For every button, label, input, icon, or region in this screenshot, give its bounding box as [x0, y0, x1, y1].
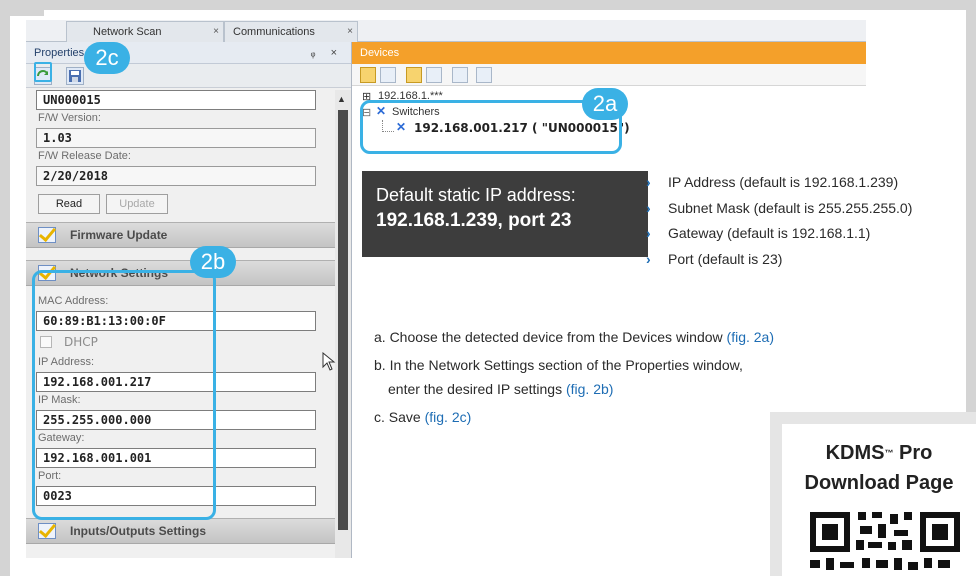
network-icon[interactable]	[426, 67, 442, 83]
section-label: Inputs/Outputs Settings	[70, 524, 206, 538]
panel-controls[interactable]: ᵩ ×	[311, 42, 343, 64]
tab-label: Network Scan	[93, 26, 162, 38]
fig-ref: (fig. 2a)	[726, 329, 774, 345]
bullet-text: IP Address (default is 192.168.1.239)	[668, 174, 899, 190]
step-b-cont: enter the desired IP settings (fig. 2b)	[374, 379, 934, 407]
step-text: b. In the Network Settings section of th…	[374, 357, 743, 373]
fw-date-label: F/W Release Date:	[38, 150, 131, 162]
kdms-title: KDMS™ Pro Download Page	[782, 438, 976, 498]
fig-ref: (fig. 2b)	[565, 381, 614, 397]
checkmark-icon	[38, 227, 56, 243]
fw-version-label: F/W Version:	[38, 112, 101, 124]
properties-title: Properties	[34, 47, 85, 59]
callout-2b: 2b	[190, 246, 236, 278]
checkmark-icon	[38, 523, 56, 539]
step-a: a. Choose the detected device from the D…	[374, 327, 934, 355]
firmware-update-section[interactable]: Firmware Update	[26, 222, 336, 248]
bullet-text: Subnet Mask (default is 255.255.255.0)	[668, 199, 913, 216]
device-icon[interactable]	[476, 67, 492, 83]
bullet-text: Port (default is 23)	[668, 250, 783, 267]
fw-date-field: 2/20/2018	[36, 166, 316, 186]
devices-title-bar: Devices	[352, 42, 866, 64]
chevron-right-icon: ›	[646, 250, 651, 267]
step-b: b. In the Network Settings section of th…	[374, 355, 934, 379]
inputs-outputs-section[interactable]: Inputs/Outputs Settings	[26, 518, 336, 544]
devices-title: Devices	[360, 47, 400, 59]
tab-bar: Network Scan × Communications ×	[26, 20, 866, 42]
kdms-card[interactable]: KDMS™ Pro Download Page	[782, 424, 976, 576]
properties-scrollbar[interactable]: ▲	[335, 90, 351, 558]
screenshot-area: Network Scan × Communications × Properti…	[26, 20, 866, 558]
properties-title-bar: Properties ᵩ ×	[26, 42, 351, 64]
device-id-field[interactable]: UN000015	[36, 90, 316, 110]
chevron-right-icon: ›	[646, 199, 651, 216]
fig-ref: (fig. 2c)	[424, 409, 472, 425]
bullet-text: Gateway (default is 192.168.1.1)	[668, 225, 871, 241]
default-ip-value: 192.168.1.239, port 23	[376, 210, 572, 231]
default-settings-list: › IP Address (default is 192.168.1.239) ›…	[644, 172, 964, 274]
scroll-thumb[interactable]	[338, 110, 348, 530]
default-ip-heading: Default static IP address:	[376, 185, 576, 205]
group-icon[interactable]	[406, 67, 422, 83]
callout-2a: 2a	[582, 88, 628, 120]
devices-toolbar	[352, 64, 866, 86]
kdms-name: KDMS	[825, 442, 885, 464]
corner-tab	[0, 0, 44, 16]
chevron-right-icon: ›	[646, 225, 651, 241]
tab-label: Communications	[233, 26, 315, 38]
default-ip-box: Default static IP address: 192.168.1.239…	[362, 171, 648, 257]
step-text: enter the desired IP settings	[388, 381, 566, 397]
section-label: Firmware Update	[70, 228, 168, 242]
callout-2c: 2c	[84, 42, 130, 74]
step-text: c. Save	[374, 409, 425, 425]
kdms-subtitle: Download Page	[804, 472, 954, 494]
window-icon[interactable]	[452, 67, 468, 83]
tab-communications[interactable]: Communications ×	[224, 21, 358, 42]
scroll-up-icon[interactable]: ▲	[337, 94, 346, 104]
kdms-download-panel: KDMS™ Pro Download Page	[770, 412, 976, 576]
chevron-right-icon: ›	[646, 174, 651, 190]
list-item: › Port (default is 23)	[644, 249, 964, 275]
close-icon[interactable]: ×	[213, 22, 219, 42]
grid-view-icon[interactable]	[380, 67, 396, 83]
list-item: › IP Address (default is 192.168.1.239)	[644, 172, 964, 198]
close-icon[interactable]: ×	[347, 22, 353, 42]
list-item: › Subnet Mask (default is 255.255.255.0)	[644, 198, 964, 224]
qr-code[interactable]	[810, 512, 960, 576]
tree-view-icon[interactable]	[360, 67, 376, 83]
properties-toolbar	[26, 64, 351, 88]
tab-network-scan[interactable]: Network Scan ×	[66, 21, 224, 42]
mouse-cursor-icon	[322, 352, 336, 371]
callout-2c-box	[34, 62, 52, 82]
read-button[interactable]: Read	[38, 194, 100, 214]
kdms-pro: Pro	[893, 442, 933, 464]
list-item: › Gateway (default is 192.168.1.1)	[644, 223, 964, 249]
save-icon[interactable]	[66, 67, 84, 85]
callout-2b-box	[32, 270, 216, 520]
update-button[interactable]: Update	[106, 194, 168, 214]
step-text: a. Choose the detected device from the D…	[374, 329, 727, 345]
fw-version-field: 1.03	[36, 128, 316, 148]
